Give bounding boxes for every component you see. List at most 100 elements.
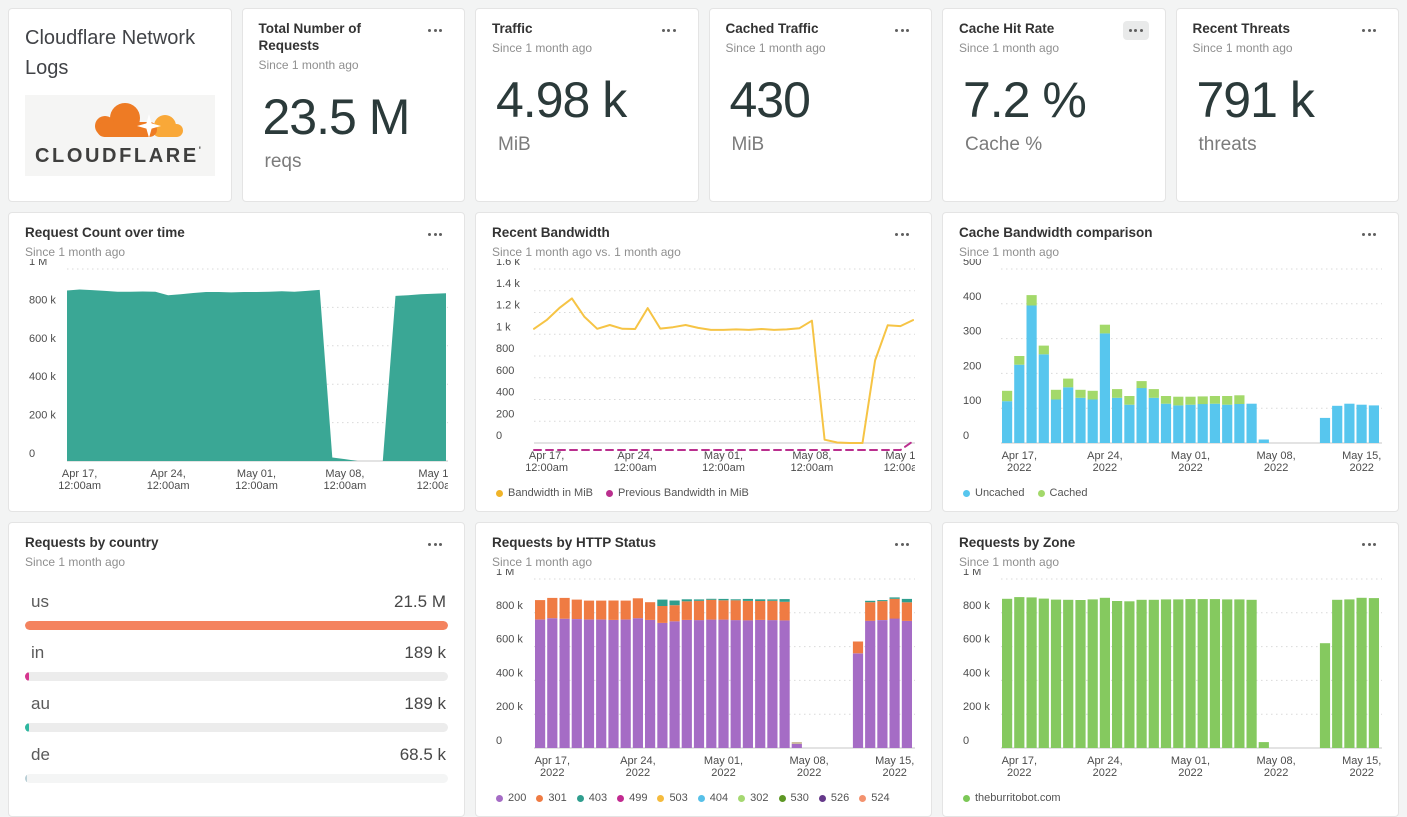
svg-text:400 k: 400 k	[29, 371, 56, 383]
legend-item[interactable]: 302	[738, 792, 769, 804]
svg-text:Apr 17,12:00am: Apr 17, 12:00am	[525, 450, 568, 474]
legend-dot-icon	[496, 794, 503, 802]
svg-text:0: 0	[963, 430, 969, 442]
svg-text:Apr 24,2022: Apr 24, 2022	[620, 755, 655, 779]
panel-menu-button[interactable]	[889, 21, 915, 40]
svg-text:1 M: 1 M	[963, 569, 981, 578]
svg-text:100: 100	[963, 395, 981, 407]
svg-text:May 08,2022: May 08, 2022	[790, 755, 829, 779]
svg-text:May 01,2022: May 01, 2022	[1171, 450, 1210, 474]
svg-text:600: 600	[496, 365, 514, 377]
charts-row-1: Request Count over time Since 1 month ag…	[8, 212, 1399, 512]
country-bar-fill	[25, 671, 29, 681]
legend-item[interactable]: 503	[657, 792, 688, 804]
panel-subtitle: Since 1 month ago	[25, 244, 126, 259]
legend-item[interactable]: 524	[859, 792, 890, 804]
panel-menu-button[interactable]	[422, 225, 448, 244]
dashboard-title: Cloudflare Network Logs	[25, 27, 196, 79]
kpi-title: Traffic	[492, 21, 533, 36]
legend-item[interactable]: 403	[576, 792, 607, 804]
zone-panel: Requests by Zone Since 1 month ago 1 M 80…	[942, 522, 1399, 817]
zone-chart[interactable]: 1 M 800 k 600 k 400 k 200 k 0 Apr 17, 2022 Apr 2…	[959, 569, 1382, 786]
panel-title: Cache Bandwidth comparison	[959, 225, 1153, 240]
panel-menu-button[interactable]	[422, 21, 448, 40]
svg-text:500: 500	[963, 259, 981, 268]
svg-text:800 k: 800 k	[496, 600, 523, 612]
ellipsis-icon	[1362, 543, 1365, 546]
country-row: us 21.5 M	[25, 592, 448, 630]
legend-dot-icon	[738, 794, 746, 802]
legend-label: 404	[709, 792, 729, 804]
panel-subtitle: Since 1 month ago	[959, 244, 1060, 259]
legend-label: 526	[830, 792, 850, 804]
request-count-chart[interactable]: 1 M 800 k 600 k 400 k 200 k 0 Apr 17, 12:00am Ap…	[25, 259, 448, 499]
cache-bandwidth-chart[interactable]: 500 400 300 200 100 0 Apr 17, 2022 Apr 24, 2022 Ma…	[959, 259, 1382, 481]
panel-menu-button[interactable]	[889, 225, 915, 244]
svg-text:600 k: 600 k	[29, 333, 56, 345]
country-value: 21.5 M	[394, 591, 446, 611]
legend-item[interactable]: Previous Bandwidth in MiB	[606, 487, 749, 499]
svg-text:200: 200	[496, 408, 514, 420]
legend-item[interactable]: Bandwidth in MiB	[496, 487, 593, 499]
svg-text:200: 200	[963, 360, 981, 372]
charts-row-2: Requests by country Since 1 month ago us…	[8, 522, 1399, 817]
legend-label: Cached	[1049, 487, 1088, 499]
panel-menu-button[interactable]	[889, 535, 915, 554]
country-bar-track	[25, 773, 448, 783]
legend-label: 524	[871, 792, 890, 804]
svg-text:1.2 k: 1.2 k	[496, 299, 520, 311]
svg-text:May 08,2022: May 08, 2022	[1257, 450, 1296, 474]
panel-menu-button[interactable]	[656, 21, 682, 40]
kpi-unit: MiB	[498, 133, 531, 155]
kpi-card: Traffic Since 1 month ago 4.98 k MiB	[475, 8, 699, 202]
http-status-chart[interactable]: 1 M 800 k 600 k 400 k 200 k 0 Apr 17, 2022 Apr 2…	[492, 569, 915, 786]
bandwidth-legend: Bandwidth in MiB Previous Bandwidth in Mi…	[492, 481, 915, 499]
svg-text:0: 0	[496, 430, 502, 442]
request-count-panel: Request Count over time Since 1 month ag…	[8, 212, 465, 512]
legend-item[interactable]: 530	[778, 792, 809, 804]
svg-text:Apr 24,2022: Apr 24, 2022	[1087, 755, 1122, 779]
legend-label: theburritobot.com	[975, 792, 1061, 804]
ellipsis-icon	[1362, 29, 1365, 32]
ellipsis-icon	[428, 543, 431, 546]
panel-title: Requests by country	[25, 535, 159, 550]
country-bar-fill	[25, 773, 28, 783]
country-bar-track	[25, 620, 448, 630]
legend-item[interactable]: theburritobot.com	[963, 792, 1061, 804]
svg-text:May 112:00a: May 1 12:00a	[417, 468, 448, 492]
country-label: de	[31, 744, 50, 764]
kpi-unit: Cache %	[965, 133, 1043, 155]
svg-text:Apr 17,2022: Apr 17, 2022	[535, 755, 570, 779]
legend-label: Previous Bandwidth in MiB	[618, 487, 749, 499]
legend-dot-icon	[657, 794, 665, 802]
svg-text:May 08,12:00am: May 08, 12:00am	[323, 468, 366, 492]
legend-item[interactable]: 301	[536, 792, 567, 804]
svg-text:400: 400	[963, 291, 981, 303]
kpi-subtitle: Since 1 month ago	[1192, 40, 1293, 55]
kpi-value: 430	[729, 71, 811, 128]
panel-menu-button[interactable]	[1122, 21, 1149, 40]
legend-dot-icon	[963, 489, 970, 497]
ellipsis-icon	[661, 29, 665, 32]
panel-menu-button[interactable]	[1356, 225, 1382, 244]
kpi-row: Cloudflare Network Logs CLOUDFLARE' Tota…	[8, 8, 1399, 202]
legend-item[interactable]: Cached	[1037, 487, 1088, 499]
svg-text:1.6 k: 1.6 k	[496, 259, 520, 268]
zone-legend: theburritobot.com	[959, 786, 1382, 804]
country-list: us 21.5 M in 189 k au 189 k de 68.5 k	[25, 579, 448, 783]
bandwidth-chart[interactable]: 1.6 k 1.4 k 1.2 k 1 k 800 600 400 200 0 Apr 17, 12…	[492, 259, 915, 481]
panel-menu-button[interactable]	[422, 535, 448, 554]
svg-text:200 k: 200 k	[29, 409, 56, 421]
panel-menu-button[interactable]	[1356, 21, 1382, 40]
legend-item[interactable]: 499	[617, 792, 647, 804]
country-bar-track	[25, 671, 448, 681]
legend-item[interactable]: 526	[818, 792, 850, 804]
svg-text:Apr 17,2022: Apr 17, 2022	[1002, 755, 1037, 779]
panel-menu-button[interactable]	[1356, 535, 1382, 554]
legend-item[interactable]: 200	[496, 792, 526, 804]
legend-item[interactable]: 404	[697, 792, 729, 804]
svg-text:Apr 17,12:00am: Apr 17, 12:00am	[58, 468, 101, 492]
legend-item[interactable]: Uncached	[963, 487, 1025, 499]
kpi-value: 4.98 k	[496, 71, 627, 128]
svg-text:1 M: 1 M	[496, 569, 514, 578]
